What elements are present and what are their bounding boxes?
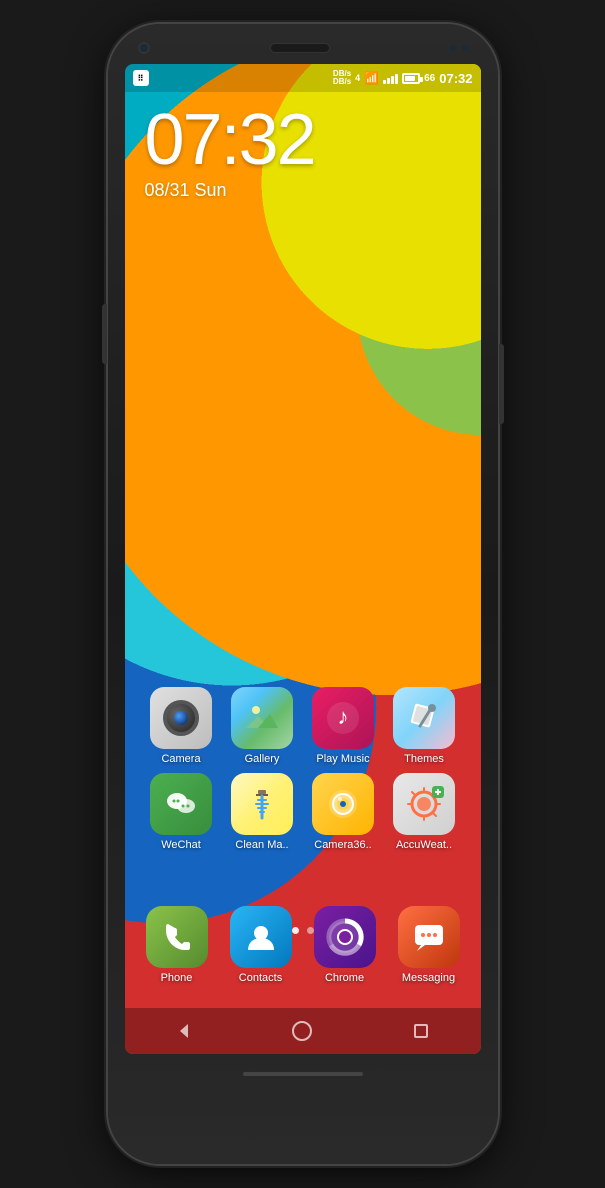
clock-time: 07:32 (145, 104, 315, 176)
app-item-camera[interactable]: Camera (145, 687, 217, 765)
phone-icon (146, 906, 208, 968)
wechat-label: WeChat (161, 839, 201, 851)
app-item-cleanmaster[interactable]: Clean Ma.. (226, 773, 298, 851)
app-item-camera360[interactable]: Camera36.. (307, 773, 379, 851)
dock-item-messaging[interactable]: Messaging (393, 906, 465, 1008)
themes-label: Themes (404, 753, 444, 765)
app-item-gallery[interactable]: Gallery (226, 687, 298, 765)
phone-label: Phone (161, 972, 193, 984)
notification-icon: ⠿ (133, 70, 149, 86)
proximity-sensor (450, 45, 456, 51)
app-item-playmusic[interactable]: ♪ Play Music (307, 687, 379, 765)
camera360-label: Camera36.. (314, 839, 371, 851)
camera-icon (150, 687, 212, 749)
light-sensor (462, 45, 468, 51)
front-camera (138, 42, 150, 54)
messaging-label: Messaging (402, 972, 455, 984)
app-row-1: Camera Gallery (141, 687, 465, 765)
playmusic-label: Play Music (316, 753, 369, 765)
playmusic-icon: ♪ (312, 687, 374, 749)
battery-percent: 66 (424, 73, 435, 84)
battery-icon (402, 73, 420, 84)
phone-bottom (108, 1054, 498, 1098)
clock-date: 08/31 Sun (145, 180, 315, 201)
cleanmaster-icon (231, 773, 293, 835)
contacts-label: Contacts (239, 972, 282, 984)
camera360-icon (312, 773, 374, 835)
network-info: DB/sDB/s (333, 70, 351, 86)
dock-apps: Phone Contacts (125, 898, 481, 1008)
back-button[interactable] (166, 1013, 202, 1049)
status-right: DB/sDB/s 4 📶 66 07:32 (333, 70, 473, 86)
dock-item-chrome[interactable]: Chrome (309, 906, 381, 1008)
earpiece-speaker (270, 43, 330, 53)
app-row-2: WeChat Cle (141, 773, 465, 851)
sensors-area (450, 45, 468, 51)
app-item-accuweather[interactable]: AccuWeat.. (388, 773, 460, 851)
contacts-icon (230, 906, 292, 968)
status-time: 07:32 (439, 71, 472, 86)
cleanmaster-label: Clean Ma.. (235, 839, 288, 851)
signal-strength-icon (383, 72, 398, 84)
dock: Phone Contacts (125, 898, 481, 1008)
phone-top-bar (108, 24, 498, 64)
app-item-themes[interactable]: Themes (388, 687, 460, 765)
home-button[interactable] (284, 1013, 320, 1049)
recents-button[interactable] (403, 1013, 439, 1049)
app-grid: Camera Gallery (125, 687, 481, 859)
svg-text:♪: ♪ (338, 704, 349, 729)
camera-lens-icon (163, 700, 199, 736)
lte-icon: 4 (355, 73, 360, 83)
navigation-bar (125, 1008, 481, 1054)
phone-screen: ⠿ DB/sDB/s 4 📶 66 07:32 (125, 64, 481, 1054)
status-left: ⠿ (133, 70, 149, 86)
wechat-icon (150, 773, 212, 835)
phone-device: ⠿ DB/sDB/s 4 📶 66 07:32 (108, 24, 498, 1164)
dock-item-contacts[interactable]: Contacts (225, 906, 297, 1008)
chrome-label: Chrome (325, 972, 364, 984)
accuweather-icon (393, 773, 455, 835)
messaging-icon (398, 906, 460, 968)
camera-label: Camera (161, 753, 200, 765)
clock-widget: 07:32 08/31 Sun (145, 104, 315, 201)
gallery-icon (231, 687, 293, 749)
home-indicator (243, 1072, 363, 1076)
dock-item-phone[interactable]: Phone (141, 906, 213, 1008)
gallery-label: Gallery (245, 753, 280, 765)
themes-icon (393, 687, 455, 749)
accuweather-label: AccuWeat.. (396, 839, 452, 851)
chrome-icon (314, 906, 376, 968)
wifi-icon: 📶 (364, 71, 379, 85)
status-bar: ⠿ DB/sDB/s 4 📶 66 07:32 (125, 64, 481, 92)
app-item-wechat[interactable]: WeChat (145, 773, 217, 851)
